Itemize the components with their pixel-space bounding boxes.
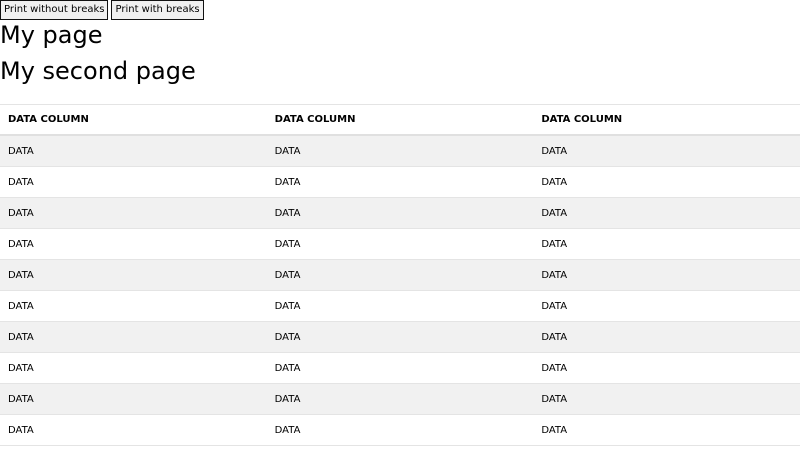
table-cell: DATA [274,145,301,157]
table-cell: DATA [541,269,568,281]
table-cell: DATA [541,145,568,157]
table-row: DATA DATA DATA [0,167,800,198]
print-without-breaks-button[interactable]: Print without breaks [0,0,109,20]
table-cell: DATA [8,300,34,312]
table-cell: DATA [541,207,568,219]
table-row: DATA DATA DATA [0,353,800,384]
table-cell: DATA [274,331,301,343]
table-row: DATA DATA DATA [0,291,800,322]
table-row: DATA DATA DATA [0,415,800,446]
table-cell: DATA [541,362,568,374]
table-cell: DATA [8,393,34,405]
data-table: DATA COLUMN DATA COLUMN DATA COLUMN DATA… [0,104,800,446]
table-cell: DATA [274,238,301,250]
table-cell: DATA [541,393,568,405]
table-cell: DATA [8,331,34,343]
print-toolbar: Print without breaks Print with breaks [0,0,204,20]
table-cell: DATA [541,238,568,250]
table-row: DATA DATA DATA [0,322,800,353]
table-cell: DATA [274,362,301,374]
table-cell: DATA [541,424,568,436]
table-cell: DATA [274,269,301,281]
table-cell: DATA [8,424,34,436]
second-page-title: My second page [0,57,196,85]
table-cell: DATA [8,269,34,281]
page-title: My page [0,21,103,49]
column-header: DATA COLUMN [274,114,356,125]
table-cell: DATA [274,300,301,312]
column-header: DATA COLUMN [8,114,89,125]
table-row: DATA DATA DATA [0,136,800,167]
table-cell: DATA [274,424,301,436]
table-cell: DATA [8,145,34,157]
table-row: DATA DATA DATA [0,229,800,260]
table-row: DATA DATA DATA [0,260,800,291]
table-cell: DATA [8,362,34,374]
table-cell: DATA [541,300,568,312]
column-header: DATA COLUMN [541,114,623,125]
table-cell: DATA [274,176,301,188]
table-row: DATA DATA DATA [0,198,800,229]
table-cell: DATA [8,176,34,188]
table-cell: DATA [274,207,301,219]
table-cell: DATA [8,207,34,219]
table-header-row: DATA COLUMN DATA COLUMN DATA COLUMN [0,105,800,136]
table-cell: DATA [541,331,568,343]
table-row: DATA DATA DATA [0,384,800,415]
print-with-breaks-button[interactable]: Print with breaks [111,0,204,20]
table-cell: DATA [541,176,568,188]
table-cell: DATA [274,393,301,405]
table-cell: DATA [8,238,34,250]
